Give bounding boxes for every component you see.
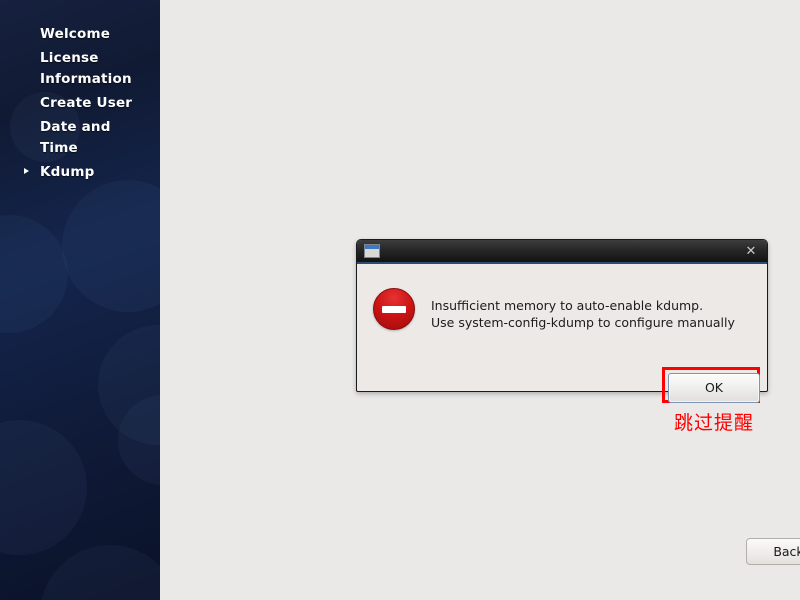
decorative-bubble <box>62 180 160 312</box>
firstboot-screen: Welcome License Information Create User … <box>0 0 800 600</box>
back-button[interactable]: Back <box>746 538 800 565</box>
sidebar-item-kdump[interactable]: Kdump <box>0 162 160 183</box>
sidebar-item-label: Create User <box>40 95 133 111</box>
ok-button[interactable]: OK <box>668 373 760 403</box>
sidebar-item-label: Kdump <box>40 164 95 180</box>
sidebar-nav: Welcome License Information Create User … <box>0 24 160 186</box>
main-content-area: ✕ Insufficient memory to auto-enable kdu… <box>160 0 800 600</box>
ok-button-highlight-box: OK <box>662 367 760 403</box>
decorative-bubble <box>0 420 87 555</box>
decorative-bubble <box>98 325 160 445</box>
dialog-body: Insufficient memory to auto-enable kdump… <box>357 264 767 403</box>
sidebar-item-label: License Information <box>40 50 132 87</box>
decorative-bubble <box>118 395 160 485</box>
annotation-text: 跳过提醒 <box>674 412 755 434</box>
sidebar-item-label: Date and Time <box>40 119 111 156</box>
sidebar-item-date-and-time[interactable]: Date and Time <box>0 117 160 159</box>
dialog-titlebar: ✕ <box>357 240 767 264</box>
error-stop-icon <box>373 288 415 330</box>
sidebar-item-welcome[interactable]: Welcome <box>0 24 160 45</box>
kdump-error-dialog: ✕ Insufficient memory to auto-enable kdu… <box>356 239 768 403</box>
decorative-bubble <box>40 545 160 600</box>
decorative-bubble <box>0 215 68 333</box>
dialog-message: Insufficient memory to auto-enable kdump… <box>431 297 756 331</box>
dialog-message-line-1: Insufficient memory to auto-enable kdump… <box>431 298 704 313</box>
sidebar-item-license-information[interactable]: License Information <box>0 48 160 90</box>
close-icon[interactable]: ✕ <box>742 243 760 261</box>
sidebar-item-create-user[interactable]: Create User <box>0 93 160 114</box>
dialog-message-line-2: Use system-config-kdump to configure man… <box>431 315 735 330</box>
sidebar: Welcome License Information Create User … <box>0 0 160 600</box>
sidebar-item-label: Welcome <box>40 26 111 42</box>
window-icon <box>364 244 380 258</box>
current-step-arrow-icon <box>24 168 29 174</box>
